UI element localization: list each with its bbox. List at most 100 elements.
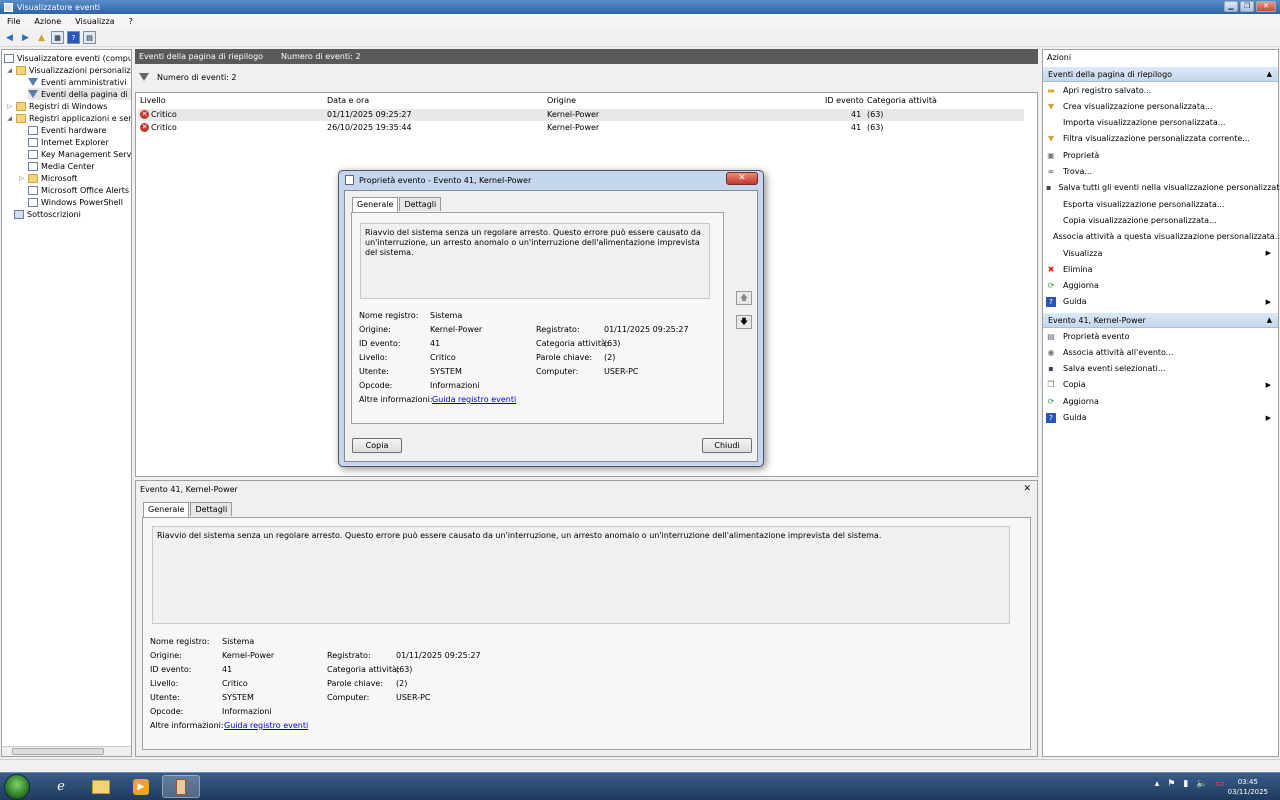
value-logged: 01/11/2025 09:25:27 [396, 651, 481, 660]
action-center-flag-icon[interactable]: ⚑ [1167, 779, 1175, 789]
tree-item-windows-logs[interactable]: ▷ Registri di Windows [6, 100, 107, 112]
action-item[interactable]: ⟳ Aggiorna [1046, 394, 1277, 408]
forward-arrow-icon[interactable]: ▶ [19, 31, 32, 44]
expand-arrow-icon[interactable]: ▷ [6, 103, 13, 110]
action-item[interactable]: ❐ Copia ▶ [1046, 378, 1277, 392]
action-label: Copia visualizzazione personalizzata... [1063, 215, 1217, 225]
action-item[interactable]: Copia visualizzazione personalizzata... [1046, 213, 1277, 227]
close-button[interactable]: ✕ [1256, 1, 1276, 12]
action-item[interactable]: ? Guida ▶ [1046, 411, 1277, 425]
show-hide-tree-icon[interactable]: ▦ [51, 31, 64, 44]
tree-item-custom-views[interactable]: ◢ Visualizzazioni personalizzate [6, 64, 131, 76]
action-item[interactable]: ∞ Trova... [1046, 165, 1277, 179]
event-log-help-link[interactable]: Guida registro eventi [432, 395, 516, 404]
tree-item-office-alerts[interactable]: Microsoft Office Alerts [28, 184, 129, 196]
expand-arrow-icon[interactable]: ▷ [18, 175, 25, 182]
action-item[interactable]: ▼ Crea visualizzazione personalizzata... [1046, 99, 1277, 113]
copy-button[interactable]: Copia [352, 438, 402, 453]
column-header-source[interactable]: Origine [547, 95, 576, 107]
action-item[interactable]: ▣ Proprietà [1046, 148, 1277, 162]
explorer-taskbar-icon[interactable] [82, 775, 120, 798]
up-folder-icon[interactable]: ▲ [35, 31, 48, 44]
action-item[interactable]: ? Guida ▶ [1046, 295, 1277, 309]
navigation-tree: Visualizzatore eventi (computer ◢ Visual… [1, 49, 132, 757]
details-close-icon[interactable]: ✕ [1023, 484, 1031, 494]
media-player-taskbar-icon[interactable]: ▶ [122, 775, 160, 798]
help-icon[interactable]: ? [67, 31, 80, 44]
tab-dettagli[interactable]: Dettagli [399, 197, 442, 211]
dialog-close-icon[interactable]: ✕ [726, 172, 758, 185]
table-row[interactable]: ✕ Critico 26/10/2025 19:35:44 Kernel-Powe… [138, 122, 1024, 134]
tab-generale[interactable]: Generale [143, 502, 190, 517]
menu-file[interactable]: File [7, 17, 20, 26]
menu-help[interactable]: ? [129, 17, 133, 26]
action-item[interactable]: ▪ Salva tutti gli eventi nella visualizza… [1046, 181, 1280, 195]
value-user: SYSTEM [430, 367, 462, 376]
action-item[interactable]: Importa visualizzazione personalizzata..… [1046, 116, 1277, 130]
tree-item-subscriptions[interactable]: Sottoscrizioni [14, 208, 81, 220]
action-item[interactable]: Esporta visualizzazione personalizzata..… [1046, 197, 1277, 211]
label-user: Utente: [359, 367, 389, 376]
tree-item-internet-explorer[interactable]: Internet Explorer [28, 136, 109, 148]
tree-item-admin-events[interactable]: Eventi amministrativi [28, 76, 127, 88]
menu-visualizza[interactable]: Visualizza [75, 17, 114, 26]
menu-azione[interactable]: Azione [34, 17, 61, 26]
collapse-arrow-icon[interactable]: ◢ [6, 67, 13, 74]
column-header-category[interactable]: Categoria attività [867, 95, 937, 107]
previous-event-button[interactable]: 🡅 [736, 291, 752, 305]
back-arrow-icon[interactable]: ◀ [3, 31, 16, 44]
action-item[interactable]: ✖ Elimina [1046, 262, 1277, 276]
critical-error-icon: ✕ [140, 123, 149, 132]
actions-section-summary[interactable]: Eventi della pagina di riepilogo ▲ [1043, 67, 1278, 82]
tab-dettagli[interactable]: Dettagli [190, 502, 233, 516]
label-opcode: Opcode: [359, 381, 393, 390]
action-item[interactable]: ◉ Associa attività all'evento... [1046, 345, 1277, 359]
collapse-arrow-icon[interactable]: ◢ [6, 115, 13, 122]
start-button[interactable] [4, 774, 30, 800]
actions-section-event[interactable]: Evento 41, Kernel-Power ▲ [1043, 313, 1278, 328]
scrollbar-thumb[interactable] [12, 748, 104, 755]
power-icon[interactable]: ▭ [1215, 779, 1224, 789]
collapse-arrow-icon[interactable]: ▲ [1267, 313, 1272, 328]
tree-horizontal-scrollbar[interactable] [2, 746, 131, 756]
collapse-arrow-icon[interactable]: ▲ [1267, 67, 1272, 82]
event-viewer-taskbar-icon[interactable] [162, 775, 200, 798]
volume-icon[interactable]: 🔈 [1196, 779, 1207, 789]
action-item[interactable]: ⟳ Aggiorna [1046, 279, 1277, 293]
tree-item-hardware-events[interactable]: Eventi hardware [28, 124, 106, 136]
show-action-pane-icon[interactable]: ▤ [83, 31, 96, 44]
label-source: Origine: [359, 325, 391, 334]
tree-item-media-center[interactable]: Media Center [28, 160, 95, 172]
column-header-date[interactable]: Data e ora [327, 95, 369, 107]
row-category: (63) [867, 110, 884, 119]
value-level: Critico [222, 679, 248, 688]
action-item[interactable]: ▼ Filtra visualizzazione personalizzata c… [1046, 132, 1277, 146]
table-row[interactable]: ✕ Critico 01/11/2025 09:25:27 Kernel-Powe… [138, 109, 1024, 121]
next-event-button[interactable]: 🡇 [736, 315, 752, 329]
action-item[interactable]: ▬ Apri registro salvato... [1046, 83, 1277, 97]
save-icon: ▪ [1046, 183, 1052, 193]
action-item[interactable]: ▤ Proprietà evento [1046, 329, 1277, 343]
tree-item-key-management[interactable]: Key Management Service [28, 148, 131, 160]
value-user: SYSTEM [222, 693, 254, 702]
maximize-button[interactable]: ❐ [1240, 1, 1254, 12]
tree-item-powershell[interactable]: Windows PowerShell [28, 196, 123, 208]
show-hidden-icons-icon[interactable]: ▴ [1155, 779, 1160, 789]
action-item[interactable]: Visualizza ▶ [1046, 246, 1277, 260]
network-icon[interactable]: ▮ [1183, 779, 1188, 789]
column-header-level[interactable]: Livello [140, 95, 166, 107]
minimize-button[interactable]: ▁ [1224, 1, 1238, 12]
filter-count: Numero di eventi: 2 [157, 72, 237, 82]
tree-item-summary-events[interactable]: Eventi della pagina di riepi [28, 88, 131, 100]
tree-item-root[interactable]: Visualizzatore eventi (computer [4, 52, 131, 64]
tree-item-app-service-logs[interactable]: ◢ Registri applicazioni e servizi [6, 112, 131, 124]
close-dialog-button[interactable]: Chiudi [702, 438, 752, 453]
action-item[interactable]: ▪ Salva eventi selezionati... [1046, 362, 1277, 376]
event-log-help-link[interactable]: Guida registro eventi [224, 721, 308, 730]
tree-item-microsoft[interactable]: ▷ Microsoft [18, 172, 77, 184]
internet-explorer-taskbar-icon[interactable]: ℯ [42, 775, 80, 798]
column-header-event-id[interactable]: ID evento [825, 95, 864, 107]
action-item[interactable]: Associa attività a questa visualizzazion… [1046, 230, 1280, 244]
clock[interactable]: 03:45 03/11/2025 [1228, 777, 1268, 797]
tab-generale[interactable]: Generale [352, 197, 399, 212]
